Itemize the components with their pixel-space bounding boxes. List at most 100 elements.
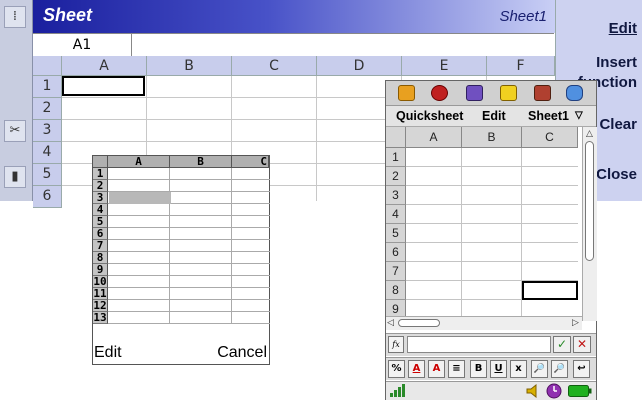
selected-cell[interactable]: [62, 76, 145, 96]
row-header[interactable]: 8: [386, 281, 406, 300]
side-toolbar: ⁞ ✂ ▮: [0, 0, 33, 201]
align-button[interactable]: ≡: [448, 360, 465, 378]
close-button[interactable]: Close: [596, 166, 637, 183]
function-icon[interactable]: fx: [388, 336, 404, 353]
grid-line: [406, 204, 578, 205]
row-header[interactable]: 4: [33, 142, 62, 164]
apps-icon[interactable]: [566, 85, 583, 101]
column-header[interactable]: A: [62, 56, 147, 76]
row-header[interactable]: 2: [386, 167, 406, 186]
row-header[interactable]: 5: [386, 224, 406, 243]
book-icon[interactable]: [466, 85, 483, 101]
row-header[interactable]: 6: [386, 243, 406, 262]
grid-line: [108, 179, 270, 180]
spreadsheet-grid[interactable]: A B C 1 2 3 4 5 6 7 8 9 10 11 12 13: [93, 156, 270, 326]
grid-line: [406, 185, 578, 186]
battery-icon: [568, 385, 592, 397]
row-header[interactable]: 3: [33, 120, 62, 142]
signal-icon: [390, 384, 405, 397]
globe-icon[interactable]: [431, 85, 448, 101]
column-header[interactable]: B: [462, 127, 522, 148]
formula-input[interactable]: [407, 336, 551, 353]
edit-softkey[interactable]: Edit: [94, 344, 122, 362]
menu-sheet[interactable]: Sheet1: [528, 109, 569, 123]
vertical-scrollbar[interactable]: △: [582, 127, 597, 321]
row-header[interactable]: 1: [386, 148, 406, 167]
confirm-icon[interactable]: ✓: [553, 336, 571, 353]
app-title: Sheet: [43, 5, 93, 25]
quicksheet-window: Quicksheet Edit Sheet1 ▽ A B C 1 2 3 4 5…: [385, 80, 597, 400]
grid-line: [108, 287, 270, 288]
menu-quicksheet[interactable]: Quicksheet: [396, 109, 463, 123]
selected-cell[interactable]: [109, 192, 171, 204]
row-header[interactable]: 1: [33, 76, 62, 98]
row-header[interactable]: 5: [33, 164, 62, 186]
zoom-icon[interactable]: ⁞: [4, 6, 26, 28]
title-bar: Sheet Sheet1: [33, 0, 555, 33]
borders-button[interactable]: ⅹ: [510, 360, 527, 378]
row-header[interactable]: 7: [386, 262, 406, 281]
scroll-thumb[interactable]: [398, 319, 440, 327]
column-header[interactable]: A: [108, 156, 170, 168]
zoom-out-icon[interactable]: 🔎: [551, 360, 568, 378]
speaker-icon[interactable]: [526, 384, 538, 398]
grid-line: [406, 166, 578, 167]
edit-button[interactable]: Edit: [609, 20, 637, 37]
column-header[interactable]: F: [487, 56, 555, 76]
column-header[interactable]: C: [522, 127, 578, 148]
grid-line: [108, 215, 270, 216]
row-header[interactable]: 6: [33, 186, 62, 208]
cancel-softkey[interactable]: Cancel: [217, 344, 267, 362]
column-header[interactable]: B: [170, 156, 232, 168]
scroll-up-icon[interactable]: △: [586, 129, 593, 139]
clear-button[interactable]: Clear: [599, 116, 637, 133]
app-launcher-bar: [386, 81, 596, 106]
row-header[interactable]: 13: [93, 312, 108, 324]
row-header[interactable]: 3: [386, 186, 406, 205]
zoom-in-icon[interactable]: 🔎: [531, 360, 548, 378]
formula-bar: fx ✓ ✕: [386, 333, 596, 356]
grid-line: [406, 261, 578, 262]
row-header[interactable]: 4: [386, 205, 406, 224]
column-header[interactable]: D: [317, 56, 402, 76]
insert-function-button-line1[interactable]: Insert: [596, 54, 637, 71]
chevron-down-icon[interactable]: ▽: [575, 110, 583, 121]
percent-format-button[interactable]: %: [388, 360, 405, 378]
selected-cell[interactable]: [522, 281, 578, 300]
grid-line: [108, 239, 270, 240]
sheet-name: Sheet1: [499, 8, 547, 25]
fill-color-button[interactable]: A: [428, 360, 445, 378]
font-color-button[interactable]: A: [408, 360, 425, 378]
undo-icon[interactable]: ↩: [573, 360, 590, 378]
corner-cell: [386, 127, 406, 148]
battery-icon: ▮: [4, 166, 26, 188]
column-header[interactable]: E: [402, 56, 487, 76]
underline-button[interactable]: U: [490, 360, 507, 378]
clock-icon[interactable]: [546, 383, 562, 399]
phone-sheet-window: A B C 1 2 3 4 5 6 7 8 9 10 11 12 13 Edit…: [92, 155, 270, 365]
grid-line: [108, 251, 270, 252]
grid-line: [108, 263, 270, 264]
scroll-right-icon[interactable]: ▷: [572, 318, 579, 328]
column-header[interactable]: C: [232, 156, 269, 168]
cancel-icon[interactable]: ✕: [573, 336, 591, 353]
toolbox-icon[interactable]: [534, 85, 551, 101]
column-header[interactable]: C: [232, 56, 317, 76]
mail-icon[interactable]: [398, 85, 415, 101]
corner-cell: [33, 56, 62, 76]
grid-line: [108, 275, 270, 276]
scroll-thumb[interactable]: [585, 141, 594, 261]
tasks-icon[interactable]: [500, 85, 517, 101]
bold-button[interactable]: B: [470, 360, 487, 378]
cut-icon[interactable]: ✂: [4, 120, 26, 142]
horizontal-scrollbar[interactable]: ◁ ▷: [386, 316, 582, 330]
menu-edit[interactable]: Edit: [482, 109, 506, 123]
formula-input[interactable]: [132, 33, 554, 57]
cell-reference-field[interactable]: A1: [33, 33, 132, 57]
grid-line: [108, 323, 270, 324]
column-header[interactable]: B: [147, 56, 232, 76]
grid-line: [108, 299, 270, 300]
row-header[interactable]: 2: [33, 98, 62, 120]
column-header[interactable]: A: [406, 127, 462, 148]
scroll-left-icon[interactable]: ◁: [387, 318, 394, 328]
